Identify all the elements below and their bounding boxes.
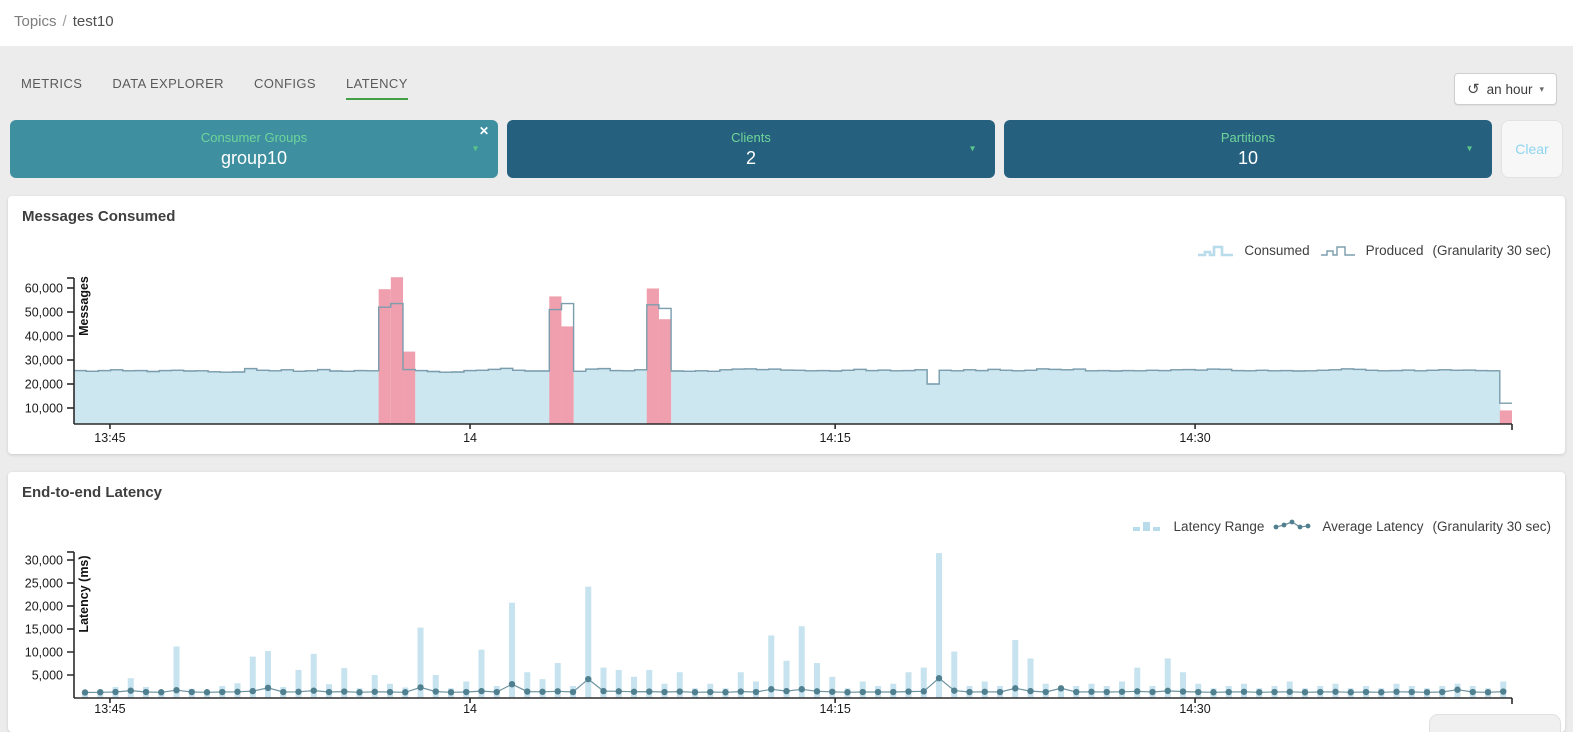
svg-text:Messages: Messages xyxy=(77,276,91,336)
chevron-down-icon: ▾ xyxy=(1539,84,1544,95)
svg-text:14: 14 xyxy=(463,702,477,716)
svg-text:10,000: 10,000 xyxy=(25,402,63,416)
filter-bar: ✕ Consumer Groups group10 ▾ Clients 2 ▾ … xyxy=(10,120,1563,178)
svg-text:15,000: 15,000 xyxy=(25,623,63,637)
svg-text:13:45: 13:45 xyxy=(94,702,125,716)
partitions-value: 10 xyxy=(1238,148,1258,169)
granularity-note: (Granularity 30 sec) xyxy=(1432,519,1551,534)
breadcrumb-current-topic: test10 xyxy=(73,13,114,30)
tab-data-explorer[interactable]: DATA EXPLORER xyxy=(112,76,224,100)
time-range-label: an hour xyxy=(1487,82,1533,97)
clients-dropdown[interactable]: Clients 2 ▾ xyxy=(507,120,995,178)
end-to-end-latency-card: End-to-end Latency Latency Range Average… xyxy=(8,472,1565,732)
clear-filters-button[interactable]: Clear xyxy=(1501,120,1563,178)
svg-text:13:45: 13:45 xyxy=(94,431,125,445)
consumer-groups-label: Consumer Groups xyxy=(201,130,307,145)
messages-consumed-legend: Consumed Produced (Granularity 30 sec) xyxy=(1195,242,1551,258)
messages-consumed-chart: 10,000 20,000 30,000 40,000 50,000 60,000 13:4… xyxy=(8,258,1565,450)
svg-text:20,000: 20,000 xyxy=(25,600,63,614)
legend-average-latency-label: Average Latency xyxy=(1322,519,1423,534)
cutoff-overlay-chip xyxy=(1429,714,1561,732)
svg-text:20,000: 20,000 xyxy=(25,378,63,392)
time-range-selector[interactable]: ↺ an hour ▾ xyxy=(1454,73,1557,105)
legend-latency-range-label: Latency Range xyxy=(1174,519,1265,534)
breadcrumb-topics-link[interactable]: Topics xyxy=(14,13,57,30)
latency-range-legend-icon xyxy=(1131,518,1165,534)
end-to-end-latency-chart: 5,000 10,000 15,000 20,000 25,000 30,000 13:45… xyxy=(8,536,1565,732)
svg-text:14: 14 xyxy=(463,431,477,445)
latency-legend: Latency Range Average Latency (Granulari… xyxy=(1131,518,1551,534)
svg-text:60,000: 60,000 xyxy=(25,282,63,296)
consumed-legend-icon xyxy=(1195,242,1235,258)
svg-text:14:15: 14:15 xyxy=(819,431,850,445)
produced-legend-icon xyxy=(1319,242,1357,258)
consumer-groups-dropdown[interactable]: ✕ Consumer Groups group10 ▾ xyxy=(10,120,498,178)
svg-text:40,000: 40,000 xyxy=(25,330,63,344)
svg-text:30,000: 30,000 xyxy=(25,554,63,568)
svg-text:30,000: 30,000 xyxy=(25,354,63,368)
tab-bar: METRICS DATA EXPLORER CONFIGS LATENCY xyxy=(21,76,408,100)
svg-text:14:30: 14:30 xyxy=(1179,431,1210,445)
chevron-down-icon: ▾ xyxy=(473,144,478,155)
messages-consumed-card: Messages Consumed Consumed Produced (Gra… xyxy=(8,196,1565,454)
tab-latency[interactable]: LATENCY xyxy=(346,76,408,100)
consumer-groups-value: group10 xyxy=(221,148,287,169)
svg-text:25,000: 25,000 xyxy=(25,577,63,591)
partitions-label: Partitions xyxy=(1221,130,1275,145)
partitions-dropdown[interactable]: Partitions 10 ▾ xyxy=(1004,120,1492,178)
svg-text:Latency (ms): Latency (ms) xyxy=(77,555,91,632)
tab-configs[interactable]: CONFIGS xyxy=(254,76,316,100)
average-latency-legend-icon xyxy=(1273,518,1313,534)
close-icon[interactable]: ✕ xyxy=(479,124,489,138)
messages-consumed-title: Messages Consumed xyxy=(22,208,175,225)
svg-text:50,000: 50,000 xyxy=(25,306,63,320)
chevron-down-icon: ▾ xyxy=(970,144,975,155)
svg-text:14:15: 14:15 xyxy=(819,702,850,716)
legend-consumed-label: Consumed xyxy=(1244,243,1309,258)
breadcrumb: Topics / test10 xyxy=(0,0,1573,30)
granularity-note: (Granularity 30 sec) xyxy=(1432,243,1551,258)
top-bar: Topics / test10 xyxy=(0,0,1573,46)
clients-value: 2 xyxy=(746,148,756,169)
breadcrumb-separator: / xyxy=(63,13,67,30)
legend-produced-label: Produced xyxy=(1366,243,1424,258)
chevron-down-icon: ▾ xyxy=(1467,144,1472,155)
end-to-end-latency-title: End-to-end Latency xyxy=(22,484,162,501)
tab-metrics[interactable]: METRICS xyxy=(21,76,82,100)
clients-label: Clients xyxy=(731,130,771,145)
svg-text:10,000: 10,000 xyxy=(25,646,63,660)
svg-text:5,000: 5,000 xyxy=(32,669,63,683)
refresh-history-icon: ↺ xyxy=(1467,80,1480,98)
svg-text:14:30: 14:30 xyxy=(1179,702,1210,716)
